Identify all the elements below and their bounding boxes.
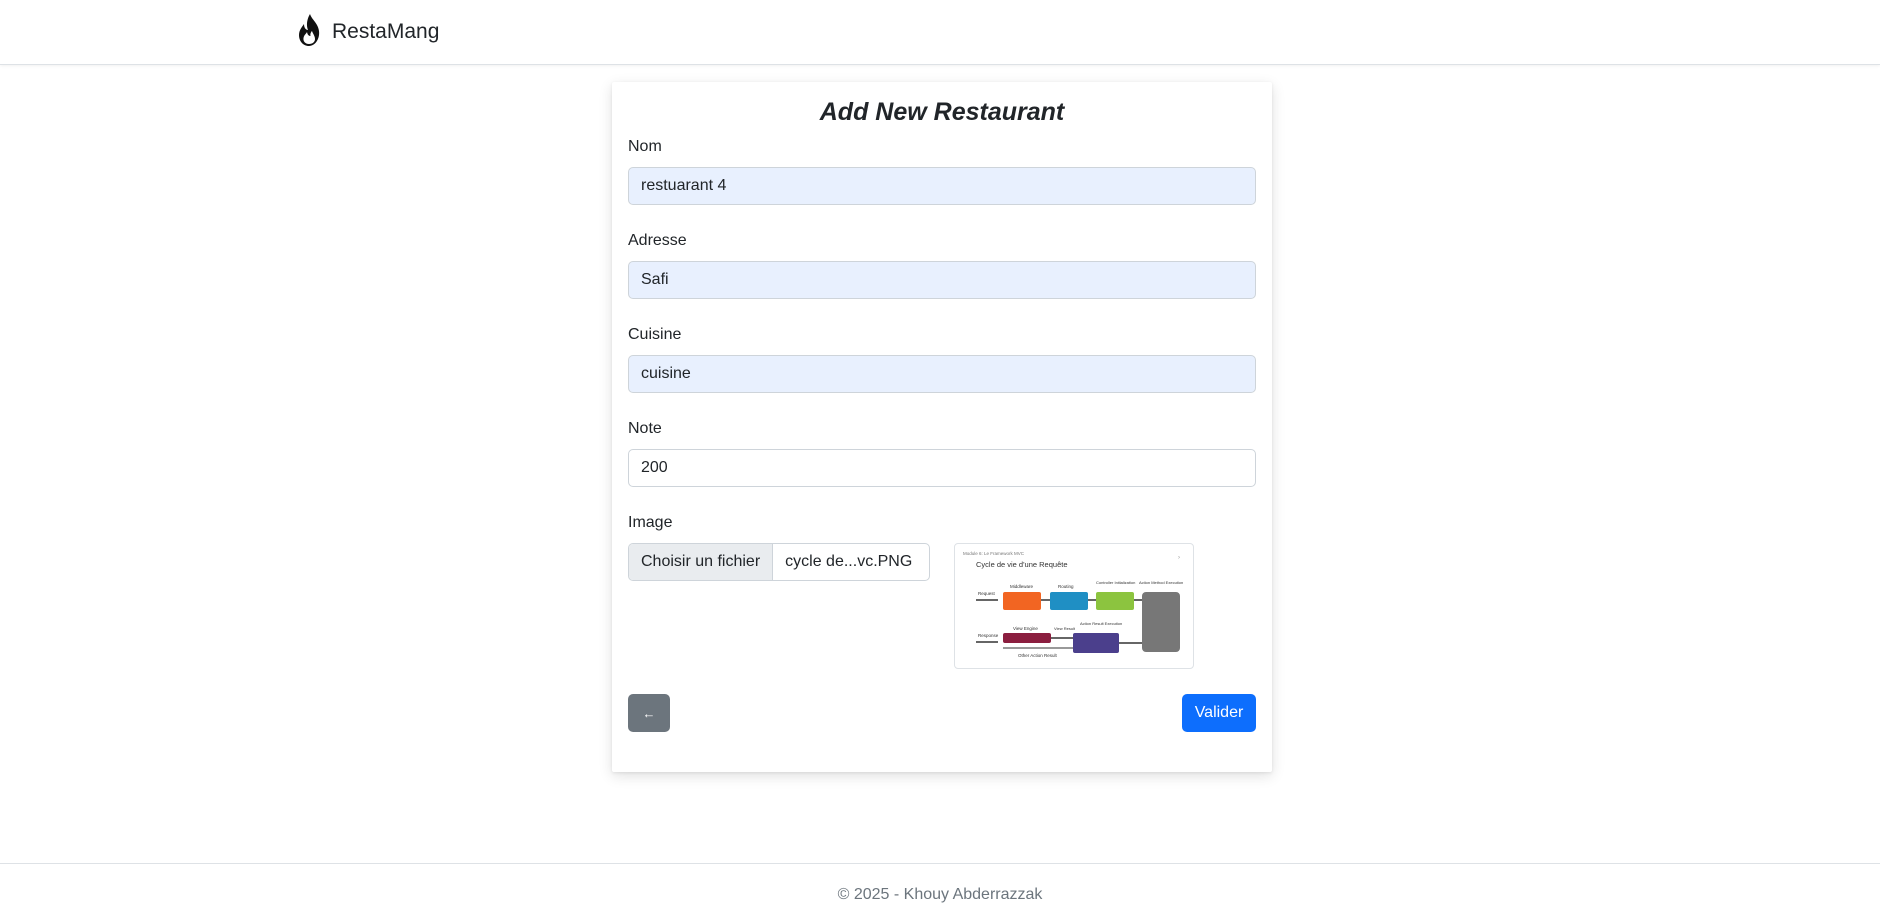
footer: © 2025 - Khouy Abderrazzak [0, 863, 1880, 916]
adresse-label: Adresse [628, 232, 687, 249]
navbar: RestaMang [0, 0, 1880, 65]
back-button[interactable]: ← [628, 694, 670, 732]
preview-title: Cycle de vie d'une Requête [976, 560, 1068, 569]
preview-other-result-label: Other Action Result [1018, 653, 1058, 658]
preview-routing-box [1050, 592, 1088, 610]
brand-link[interactable]: RestaMang [296, 12, 439, 52]
nom-input[interactable] [628, 167, 1256, 205]
nom-label: Nom [628, 138, 662, 155]
preview-routing-label: Routing [1058, 584, 1074, 589]
note-input[interactable] [628, 449, 1256, 487]
preview-action-exec-label: Action Method Execution [1139, 580, 1183, 585]
preview-diagram: Module 6: Le Framework MVC › Cycle de vi… [963, 551, 1183, 658]
fire-icon [296, 13, 324, 52]
image-label: Image [628, 514, 673, 531]
preview-action-box [1142, 592, 1180, 652]
cuisine-input[interactable] [628, 355, 1256, 393]
preview-controller-box [1096, 592, 1134, 610]
preview-module-header: Module 6: Le Framework MVC [963, 551, 1025, 556]
preview-result-box [1073, 633, 1119, 653]
preview-request-label: Request [978, 591, 996, 596]
preview-action-result-label: Action Result Execution [1080, 621, 1122, 626]
page-title: Add New Restaurant [819, 98, 1065, 126]
preview-view-result-label: View Result [1054, 626, 1076, 631]
preview-middleware-label: Middleware [1010, 584, 1034, 589]
arrow-left-icon: ← [642, 705, 656, 721]
preview-middleware-box [1003, 592, 1041, 610]
preview-view-engine-box [1003, 633, 1051, 643]
choose-file-button[interactable]: Choisir un fichier [629, 544, 774, 580]
copyright-text: © 2025 - Khouy Abderrazzak [837, 886, 1043, 903]
preview-nav-arrow: › [1178, 555, 1180, 561]
selected-file-name: cycle de...vc.PNG [785, 553, 913, 570]
image-file-input[interactable]: Choisir un fichier cycle de...vc.PNG [628, 543, 930, 581]
add-restaurant-card: Add New Restaurant Nom Adresse Cuisine N… [612, 82, 1272, 772]
image-preview: Module 6: Le Framework MVC › Cycle de vi… [954, 543, 1194, 669]
preview-controller-label: Controller Initialization [1096, 580, 1135, 585]
note-label: Note [628, 420, 662, 437]
cuisine-label: Cuisine [628, 326, 682, 343]
preview-response-label: Response [978, 633, 999, 638]
brand-name: RestaMang [332, 20, 440, 43]
adresse-input[interactable] [628, 261, 1256, 299]
preview-view-engine-label: View Engine [1013, 626, 1038, 631]
submit-button[interactable]: Valider [1182, 694, 1256, 732]
